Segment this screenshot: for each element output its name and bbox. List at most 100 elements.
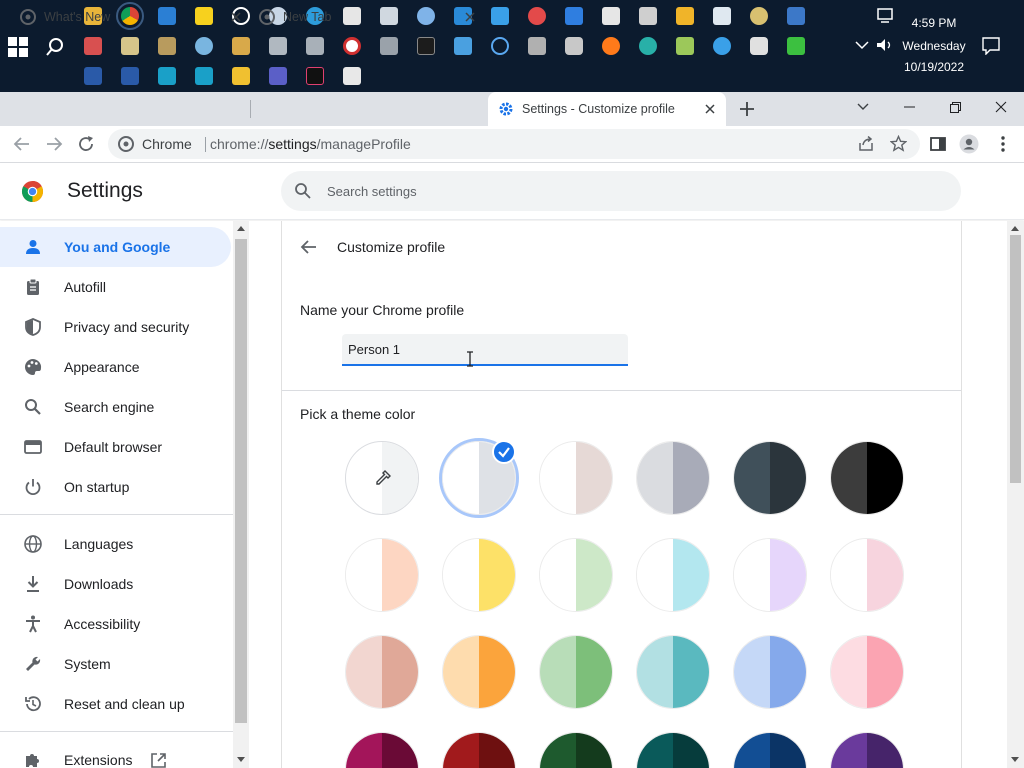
share-icon[interactable] [858,136,875,152]
sidebar-item-autofill[interactable]: Autofill [0,267,231,307]
search-settings-input[interactable] [327,171,927,211]
powershell-icon[interactable] [121,67,139,85]
back-arrow-icon[interactable] [300,238,318,256]
close-window-button[interactable] [978,92,1024,122]
main-scrollbar[interactable] [1007,221,1024,768]
teams-icon[interactable] [269,67,287,85]
sidebar-item-downloads[interactable]: Downloads [0,564,231,604]
snipping-tool-icon[interactable] [528,7,546,25]
scroll-up-arrow-icon[interactable] [1011,226,1019,231]
restore-button[interactable] [932,92,978,122]
theme-color-swatch[interactable] [733,538,807,612]
roblox-icon[interactable] [343,67,361,85]
close-icon[interactable] [228,9,244,25]
edge-icon[interactable] [639,37,657,55]
network-icon[interactable] [491,7,509,25]
cortana-icon[interactable] [491,37,509,55]
app-icon[interactable] [713,37,731,55]
theme-color-swatch[interactable] [733,441,807,515]
monitor-icon[interactable] [454,37,472,55]
drive-icon[interactable] [269,37,287,55]
sidebar-item-system[interactable]: System [0,644,231,684]
file-icon[interactable] [232,37,250,55]
firefox-icon[interactable] [602,37,620,55]
sidebar-item-languages[interactable]: Languages [0,524,231,564]
drive-icon[interactable] [306,37,324,55]
bookmark-star-icon[interactable] [890,135,907,152]
grid-app-icon[interactable] [565,7,583,25]
main-scroll-thumb[interactable] [1010,235,1021,483]
store-icon[interactable] [232,67,250,85]
theme-color-swatch[interactable] [636,441,710,515]
control-panel-icon[interactable] [787,7,805,25]
chevron-up-icon[interactable] [855,40,869,50]
forward-arrow-icon[interactable] [44,134,64,154]
tab-whats-new[interactable]: What's New [12,0,246,34]
folder-icon[interactable] [121,37,139,55]
theme-color-swatch[interactable] [830,441,904,515]
app-icon[interactable] [787,37,805,55]
sidebar-item-you-and-google[interactable]: You and Google [0,227,231,267]
blocked-icon[interactable] [343,37,361,55]
minimize-button[interactable] [886,92,932,122]
theme-color-swatch[interactable] [636,732,710,768]
sidebar-item-extensions[interactable]: Extensions [0,740,231,768]
sidebar-item-on-startup[interactable]: On startup [0,467,231,507]
calculator-icon[interactable] [528,37,546,55]
sidebar-item-privacy-and-security[interactable]: Privacy and security [0,307,231,347]
sidebar-item-default-browser[interactable]: Default browser [0,427,231,467]
search-app-icon[interactable] [195,37,213,55]
app-icon[interactable] [195,67,213,85]
theme-color-swatch[interactable] [733,732,807,768]
profile-name-input[interactable] [342,334,628,366]
media-player-icon[interactable] [676,7,694,25]
notification-icon[interactable] [982,37,1000,55]
settings-search-box[interactable] [281,171,961,211]
theme-color-swatch[interactable] [830,538,904,612]
sidebar-scroll-thumb[interactable] [235,239,247,723]
sidebar-item-search-engine[interactable]: Search engine [0,387,231,427]
sidebar-item-accessibility[interactable]: Accessibility [0,604,231,644]
sidebar-item-appearance[interactable]: Appearance [0,347,231,387]
command-prompt-icon[interactable] [417,37,435,55]
camera-icon[interactable] [565,37,583,55]
notepad-icon[interactable] [713,7,731,25]
side-panel-icon[interactable] [928,134,948,154]
scroll-up-arrow-icon[interactable] [237,226,245,231]
printer-icon[interactable] [639,7,657,25]
clock-date[interactable]: 10/19/2022 [899,60,969,74]
clock-day[interactable]: Wednesday [899,39,969,53]
network-tray-icon[interactable] [877,8,895,24]
archive-icon[interactable] [158,37,176,55]
new-tab-plus-icon[interactable] [739,101,755,117]
theme-color-swatch[interactable] [442,635,516,709]
volume-icon[interactable] [876,38,894,52]
tab-search-button[interactable] [840,92,886,122]
theme-color-swatch[interactable] [830,635,904,709]
url-text[interactable]: chrome://settings/manageProfile [210,129,411,159]
theme-color-swatch[interactable] [539,732,613,768]
theme-color-swatch[interactable] [442,538,516,612]
sidebar-item-reset-and-clean-up[interactable]: Reset and clean up [0,684,231,724]
sidebar-scrollbar[interactable] [233,221,249,768]
theme-color-swatch[interactable] [636,635,710,709]
tab-new-tab[interactable]: New Tab [251,0,480,34]
windows-start-icon[interactable] [8,37,28,57]
clock-time[interactable]: 4:59 PM [903,16,965,30]
theme-color-swatch[interactable] [636,538,710,612]
close-icon[interactable] [702,101,718,117]
powershell-icon[interactable] [84,67,102,85]
reload-icon[interactable] [76,134,96,154]
theme-color-swatch[interactable] [539,441,613,515]
custom-color-picker-swatch[interactable] [345,441,419,515]
theme-color-swatch[interactable] [539,635,613,709]
calendar-icon[interactable] [602,7,620,25]
theme-color-swatch[interactable] [830,732,904,768]
app-icon[interactable] [158,67,176,85]
back-arrow-icon[interactable] [12,134,32,154]
app-icon[interactable] [84,37,102,55]
close-icon[interactable] [462,9,478,25]
security-icon[interactable] [750,37,768,55]
tab-settings[interactable]: Settings - Customize profile [488,92,726,126]
scroll-down-arrow-icon[interactable] [1011,757,1019,762]
